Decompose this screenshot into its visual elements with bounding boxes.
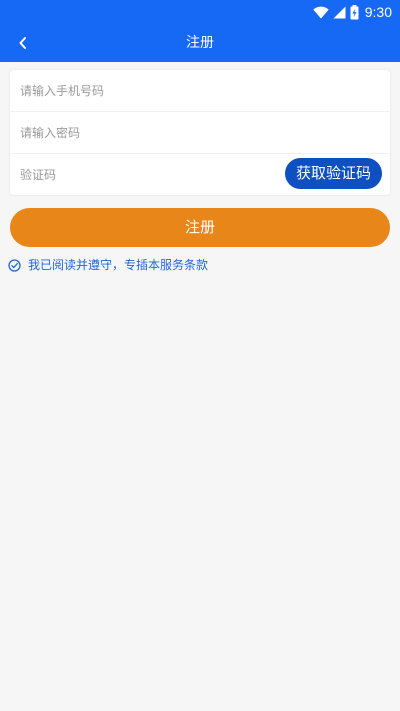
register-button[interactable]: 注册 xyxy=(10,208,390,247)
status-icons: 9:30 xyxy=(313,2,392,22)
battery-icon xyxy=(350,4,359,19)
verification-code-input[interactable] xyxy=(20,155,280,195)
phone-input[interactable] xyxy=(20,71,280,111)
status-time: 9:30 xyxy=(364,4,392,20)
status-bar: 9:30 xyxy=(0,0,400,24)
get-code-button[interactable]: 获取验证码 xyxy=(285,158,382,189)
wifi-icon xyxy=(313,6,329,18)
phone-row xyxy=(10,71,390,112)
password-row xyxy=(10,113,390,154)
app-bar: 注册 xyxy=(0,24,400,62)
verification-row: 获取验证码 xyxy=(10,155,390,195)
agreement-checkbox[interactable]: 我已阅读并遵守，专插本服务条款 xyxy=(8,257,208,273)
password-input[interactable] xyxy=(20,113,280,153)
agreement-text: 我已阅读并遵守，专插本服务条款 xyxy=(28,258,209,272)
signal-icon xyxy=(333,6,346,18)
check-circle-icon xyxy=(8,258,21,272)
register-form: 获取验证码 xyxy=(10,70,390,195)
page-title: 注册 xyxy=(186,35,214,51)
